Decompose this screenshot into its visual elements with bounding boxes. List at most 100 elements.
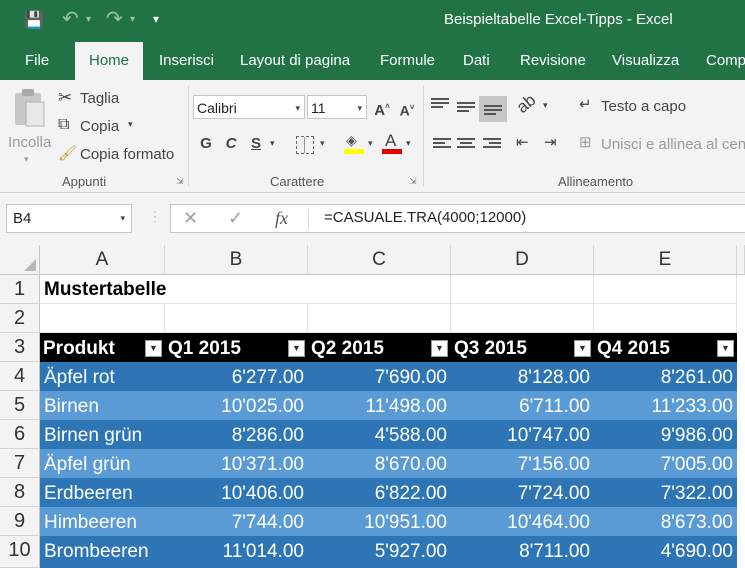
redo-icon[interactable]: ↷ (106, 6, 123, 31)
tab-formulas[interactable]: Formule (380, 42, 435, 80)
row-header[interactable]: 4 (0, 362, 40, 391)
redo-dropdown-icon[interactable]: ▾ (130, 14, 135, 25)
font-family-select[interactable]: Calibri ▾ (193, 95, 305, 119)
table-cell-value[interactable]: 11'498.00 (308, 391, 451, 420)
insert-function-icon[interactable]: fx (275, 208, 288, 229)
enter-icon[interactable]: ✓ (228, 208, 243, 229)
cell[interactable] (451, 304, 594, 333)
tab-file[interactable]: File (25, 42, 49, 80)
row-header[interactable]: 2 (0, 304, 40, 333)
cell[interactable] (451, 275, 594, 304)
table-cell-value[interactable]: 5'927.00 (308, 536, 451, 568)
formula-input[interactable]: =CASUALE.TRA(4000;12000) (324, 209, 526, 226)
tab-data[interactable]: Dati (463, 42, 490, 80)
format-painter-button[interactable]: Copia formato (80, 146, 174, 163)
increase-indent-icon[interactable]: ⇥ (544, 133, 557, 151)
borders-dropdown-icon[interactable]: ▾ (320, 138, 325, 149)
table-cell-value[interactable]: 10'406.00 (165, 478, 308, 507)
cell[interactable] (165, 304, 308, 333)
filter-dropdown-icon[interactable]: ▼ (574, 340, 591, 357)
bold-button[interactable]: G (195, 133, 217, 155)
table-cell-product[interactable]: Brombeeren (40, 536, 165, 568)
table-cell-value[interactable]: 7'724.00 (451, 478, 594, 507)
table-header-q3[interactable]: Q3 2015 ▼ (451, 333, 594, 362)
column-header-b[interactable]: B (165, 245, 308, 275)
paste-button[interactable]: Incolla ▾ (4, 84, 52, 166)
table-cell-value[interactable]: 7'744.00 (165, 507, 308, 536)
column-header-e[interactable]: E (594, 245, 737, 275)
table-cell-value[interactable]: 7'156.00 (451, 449, 594, 478)
row-header[interactable]: 8 (0, 478, 40, 507)
paste-dropdown-icon[interactable]: ▾ (24, 154, 29, 165)
table-cell-value[interactable]: 8'670.00 (308, 449, 451, 478)
table-cell-product[interactable]: Erdbeeren (40, 478, 165, 507)
table-cell-value[interactable]: 10'025.00 (165, 391, 308, 420)
cell[interactable] (594, 304, 737, 333)
row-header[interactable]: 10 (0, 536, 40, 568)
align-left-icon[interactable] (433, 138, 451, 152)
decrease-font-size-icon[interactable]: A˅ (396, 97, 418, 119)
align-top-icon[interactable] (431, 98, 449, 112)
row-header[interactable]: 3 (0, 333, 40, 362)
undo-dropdown-icon[interactable]: ▾ (86, 14, 91, 25)
table-cell-value[interactable]: 8'673.00 (594, 507, 737, 536)
save-icon[interactable]: 💾 (24, 10, 44, 30)
copy-button[interactable]: Copia (80, 118, 119, 135)
row-header[interactable]: 1 (0, 275, 40, 304)
table-cell-value[interactable]: 10'464.00 (451, 507, 594, 536)
align-middle-icon[interactable] (457, 102, 475, 116)
table-cell-value[interactable]: 7'005.00 (594, 449, 737, 478)
align-center-icon[interactable] (457, 138, 475, 152)
table-cell-product[interactable]: Äpfel grün (40, 449, 165, 478)
italic-button[interactable]: C (220, 133, 242, 155)
row-header[interactable]: 9 (0, 507, 40, 536)
table-cell-value[interactable]: 6'277.00 (165, 362, 308, 391)
table-header-produkt[interactable]: Produkt ▼ (40, 333, 165, 362)
decrease-indent-icon[interactable]: ⇤ (516, 133, 529, 151)
column-header-c[interactable]: C (308, 245, 451, 275)
table-cell-value[interactable]: 8'261.00 (594, 362, 737, 391)
tab-view[interactable]: Visualizza (612, 42, 679, 80)
cell-a1-title[interactable]: Mustertabelle (40, 275, 308, 304)
tab-overflow[interactable]: Comp (706, 42, 745, 80)
table-cell-value[interactable]: 6'822.00 (308, 478, 451, 507)
cell[interactable] (594, 275, 737, 304)
tab-page-layout[interactable]: Layout di pagina (240, 42, 350, 80)
table-cell-value[interactable]: 4'588.00 (308, 420, 451, 449)
cut-button[interactable]: Taglia (80, 90, 119, 107)
name-box[interactable]: B4 ▾ (6, 204, 132, 233)
table-cell-product[interactable]: Birnen (40, 391, 165, 420)
table-cell-value[interactable]: 6'711.00 (451, 391, 594, 420)
table-cell-value[interactable]: 11'233.00 (594, 391, 737, 420)
underline-dropdown-icon[interactable]: ▾ (270, 138, 275, 149)
row-header[interactable]: 5 (0, 391, 40, 420)
table-cell-product[interactable]: Birnen grün (40, 420, 165, 449)
align-right-icon[interactable] (483, 138, 501, 152)
fill-color-dropdown-icon[interactable]: ▾ (368, 138, 373, 149)
table-cell-product[interactable]: Äpfel rot (40, 362, 165, 391)
orientation-icon[interactable]: ab (513, 90, 540, 117)
cell[interactable] (308, 304, 451, 333)
cell[interactable] (308, 275, 451, 304)
tab-home[interactable]: Home (75, 42, 144, 80)
table-cell-value[interactable]: 7'690.00 (308, 362, 451, 391)
table-cell-product[interactable]: Himbeeren (40, 507, 165, 536)
filter-dropdown-icon[interactable]: ▼ (288, 340, 305, 357)
orientation-dropdown-icon[interactable]: ▾ (543, 100, 548, 111)
font-size-select[interactable]: 11 ▾ (307, 95, 367, 119)
filter-dropdown-icon[interactable]: ▼ (431, 340, 448, 357)
table-cell-value[interactable]: 7'322.00 (594, 478, 737, 507)
clipboard-launcher-icon[interactable]: ⇲ (176, 176, 184, 187)
table-cell-value[interactable]: 10'951.00 (308, 507, 451, 536)
font-color-dropdown-icon[interactable]: ▾ (406, 138, 411, 149)
scissors-icon[interactable]: ✂ (58, 88, 72, 108)
row-header[interactable]: 6 (0, 420, 40, 449)
align-bottom-button[interactable] (479, 96, 507, 122)
font-launcher-icon[interactable]: ⇲ (409, 176, 417, 187)
font-color-button[interactable]: A (381, 131, 403, 156)
table-cell-value[interactable]: 4'690.00 (594, 536, 737, 568)
table-cell-value[interactable]: 8'286.00 (165, 420, 308, 449)
table-header-q4[interactable]: Q4 2015 ▼ (594, 333, 737, 362)
underline-button[interactable]: S (245, 133, 267, 155)
select-all-button[interactable] (0, 245, 40, 275)
